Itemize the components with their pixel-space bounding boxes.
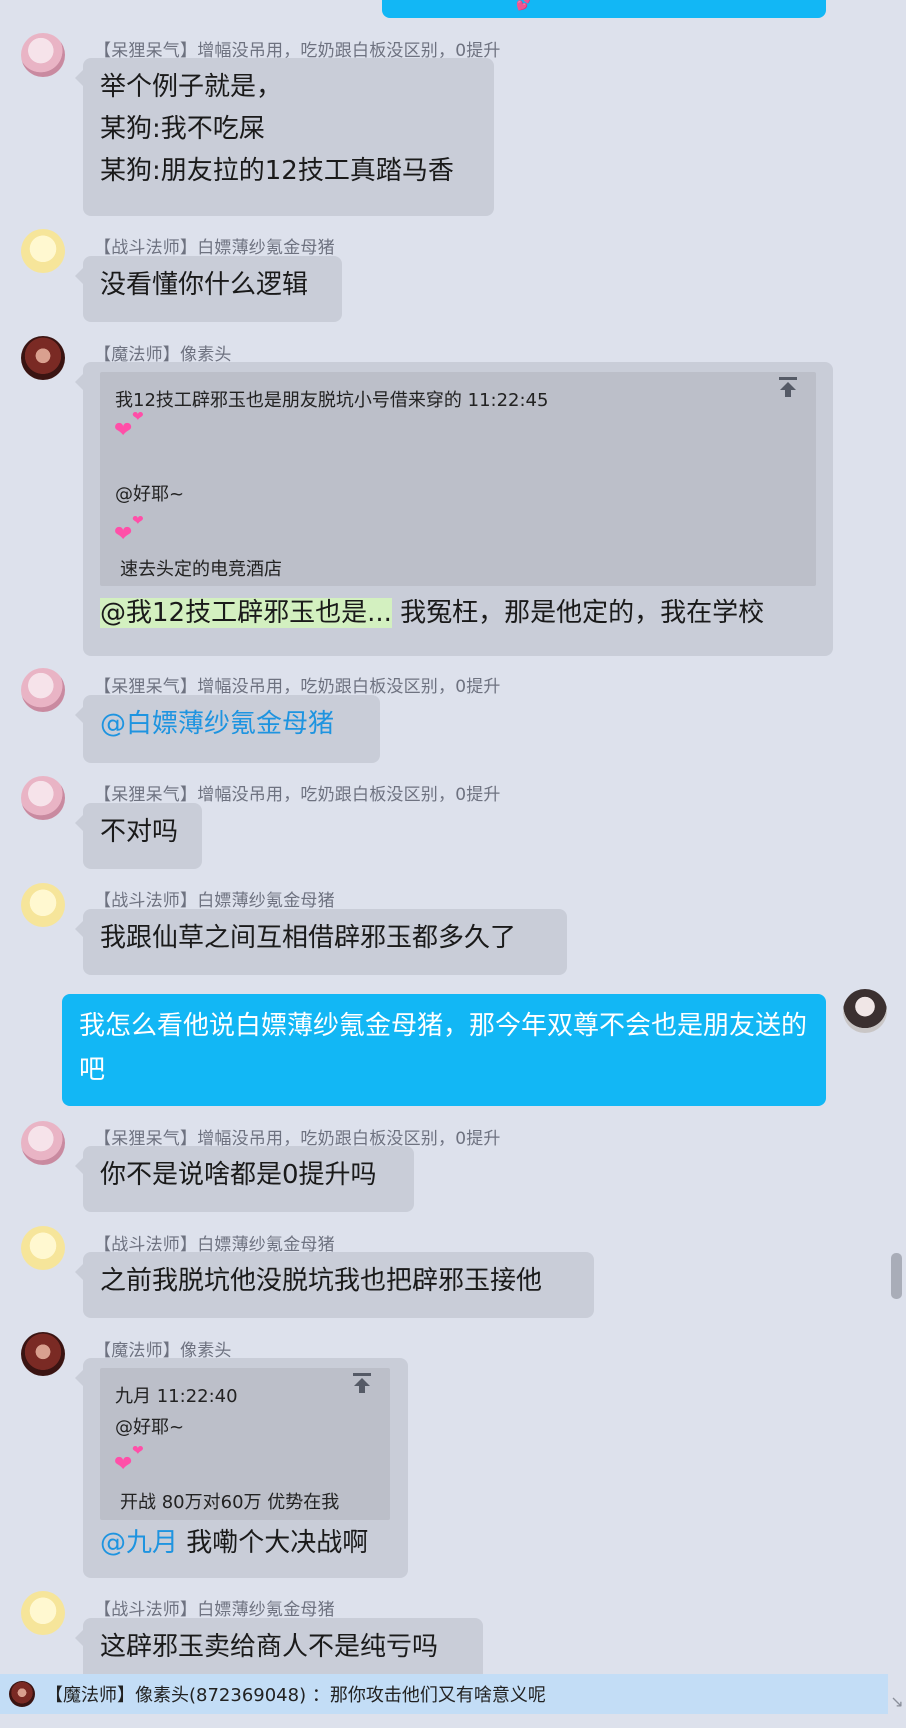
sender-name[interactable]: 【战斗法师】白嫖薄纱氪金母猪 bbox=[94, 233, 335, 258]
message-bubble[interactable]: 举个例子就是， 某狗:我不吃屎 某狗:朋友拉的12技工真踏马香 bbox=[75, 58, 494, 216]
quote-mention: @好耶~ bbox=[115, 484, 185, 505]
avatar[interactable] bbox=[21, 336, 65, 380]
notice-avatar bbox=[9, 1681, 35, 1707]
quote-reference-highlight[interactable]: @我12技工辟邪玉也是... bbox=[100, 598, 392, 628]
message-bubble[interactable]: 你不是说啥都是0提升吗 bbox=[75, 1146, 414, 1212]
message-bubble[interactable]: 没看懂你什么逻辑 bbox=[75, 256, 342, 322]
mention-link[interactable]: @九月 bbox=[100, 1528, 178, 1558]
scrollbar-thumb[interactable] bbox=[891, 1253, 902, 1299]
message-line: 某狗:朋友拉的12技工真踏马香 bbox=[100, 156, 454, 186]
jump-to-top-icon[interactable] bbox=[779, 377, 797, 397]
jump-to-top-icon[interactable] bbox=[353, 1373, 371, 1393]
heart-emoji: ❤ ❤ bbox=[114, 409, 144, 443]
message-bubble[interactable]: 九月 11:22:40 @好耶~ ❤ ❤ 开战 80万对60万 优势在我 @九月… bbox=[75, 1358, 408, 1578]
sender-name[interactable]: 【战斗法师】白嫖薄纱氪金母猪 bbox=[94, 886, 335, 911]
avatar[interactable] bbox=[21, 229, 65, 273]
quoted-message[interactable]: 九月 11:22:40 @好耶~ ❤ ❤ 开战 80万对60万 优势在我 bbox=[100, 1368, 390, 1520]
mention-link[interactable]: @白嫖薄纱氪金母猪 bbox=[100, 709, 334, 739]
quote-header: 九月 11:22:40 bbox=[115, 1386, 238, 1407]
avatar[interactable] bbox=[21, 1121, 65, 1165]
quote-body: 开战 80万对60万 优势在我 bbox=[120, 1492, 340, 1513]
new-message-notice[interactable]: 【魔法师】像素头(872369048) ：那你攻击他们又有啥意义呢 bbox=[0, 1674, 888, 1714]
message-bubble[interactable]: 我12技工辟邪玉也是朋友脱坑小号借来穿的 11:22:45 ❤ ❤ @好耶~ ❤… bbox=[75, 362, 833, 656]
heart-emoji: ❤ ❤ bbox=[114, 1443, 144, 1477]
sender-name[interactable]: 【呆狸呆气】增幅没吊用，吃奶跟白板没区别，0提升 bbox=[94, 780, 501, 805]
sender-name[interactable]: 【呆狸呆气】增幅没吊用，吃奶跟白板没区别，0提升 bbox=[94, 672, 501, 697]
avatar[interactable] bbox=[21, 883, 65, 927]
avatar[interactable] bbox=[21, 776, 65, 820]
message-text: 我冤枉，那是他定的，我在学校 bbox=[391, 598, 765, 628]
self-avatar[interactable] bbox=[843, 989, 887, 1033]
heart-emoji: ❤ ❤ bbox=[114, 513, 144, 547]
quoted-message[interactable]: 我12技工辟邪玉也是朋友脱坑小号借来穿的 11:22:45 ❤ ❤ @好耶~ ❤… bbox=[100, 372, 816, 586]
message-bubble[interactable]: 我跟仙草之间互相借辟邪玉都多久了 bbox=[75, 909, 567, 975]
message-line: 举个例子就是， bbox=[100, 72, 283, 102]
message-text: 我嘞个大决战啊 bbox=[178, 1528, 369, 1558]
quote-body: 速去头定的电竞酒店 bbox=[120, 559, 282, 580]
avatar[interactable] bbox=[21, 668, 65, 712]
message-line: 某狗:我不吃屎 bbox=[100, 114, 265, 144]
heart-emoji: 💕 bbox=[516, 0, 531, 11]
self-bubble-partial[interactable]: 💕 bbox=[382, 0, 826, 18]
message-bubble[interactable]: 不对吗 bbox=[75, 803, 202, 869]
avatar[interactable] bbox=[21, 1226, 65, 1270]
resize-handle-icon[interactable]: ↘ bbox=[888, 1690, 906, 1714]
avatar[interactable] bbox=[21, 33, 65, 77]
sender-name[interactable]: 【战斗法师】白嫖薄纱氪金母猪 bbox=[94, 1595, 335, 1620]
message-bubble[interactable]: 之前我脱坑他没脱坑我也把辟邪玉接他 bbox=[75, 1252, 594, 1318]
quote-mention: @好耶~ bbox=[115, 1417, 185, 1438]
notice-text: 【魔法师】像素头(872369048) ：那你攻击他们又有啥意义呢 bbox=[45, 1685, 546, 1706]
avatar[interactable] bbox=[21, 1591, 65, 1635]
quote-header: 我12技工辟邪玉也是朋友脱坑小号借来穿的 11:22:45 bbox=[115, 390, 549, 411]
self-message-bubble[interactable]: 我怎么看他说白嫖薄纱氪金母猪，那今年双尊不会也是朋友送的吧 bbox=[62, 994, 826, 1106]
message-bubble[interactable]: @白嫖薄纱氪金母猪 bbox=[75, 695, 380, 763]
avatar[interactable] bbox=[21, 1332, 65, 1376]
